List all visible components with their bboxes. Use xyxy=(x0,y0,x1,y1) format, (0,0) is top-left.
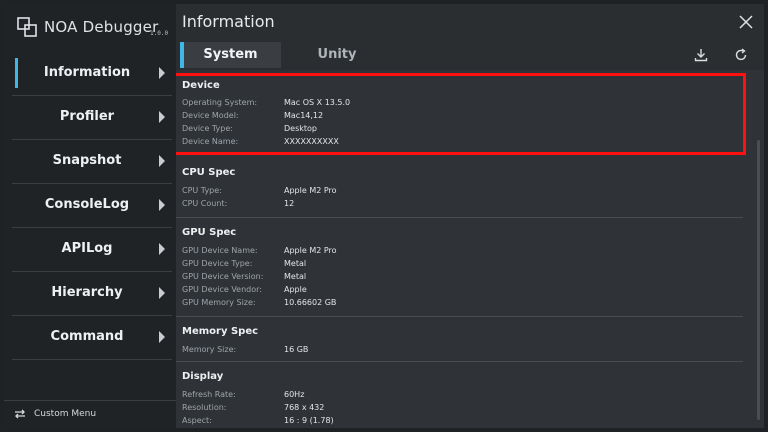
tab-label: Unity xyxy=(317,47,357,62)
sidebar-item-snapshot[interactable]: Snapshot xyxy=(12,140,172,184)
info-key: CPU Count: xyxy=(182,199,228,208)
info-value: 768 x 432 xyxy=(284,403,325,412)
info-key: Device Name: xyxy=(182,137,239,146)
info-key: GPU Device Version: xyxy=(182,272,264,281)
chevron-right-icon xyxy=(159,243,165,255)
custom-menu-label: Custom Menu xyxy=(34,409,97,419)
sidebar-item-consolelog[interactable]: ConsoleLog xyxy=(12,184,172,228)
section-title: Memory Spec xyxy=(182,326,259,337)
info-row: GPU Memory Size: 10.66602 GB xyxy=(182,298,742,311)
info-row: Memory Size: 16 GB xyxy=(182,345,742,358)
info-key: Refresh Rate: xyxy=(182,390,236,399)
main-panel: Information System Unity Device Operatin… xyxy=(176,4,764,428)
info-row: Operating System: Mac OS X 13.5.0 xyxy=(182,98,742,111)
logo-row: NOA Debugger 1.0.0 xyxy=(4,4,176,48)
divider xyxy=(176,217,743,218)
close-icon[interactable] xyxy=(738,14,754,30)
sidebar-item-label: Snapshot xyxy=(52,153,122,168)
info-row: CPU Count: 12 xyxy=(182,199,742,212)
chevron-right-icon xyxy=(159,111,165,123)
chevron-right-icon xyxy=(159,155,165,167)
tab-system[interactable]: System xyxy=(180,42,281,68)
download-icon[interactable] xyxy=(694,48,708,62)
info-value: Apple xyxy=(284,285,307,294)
sidebar-item-information[interactable]: Information xyxy=(12,52,172,96)
page-title: Information xyxy=(182,12,275,31)
info-value: Mac14,12 xyxy=(284,111,324,120)
sidebar-nav: Information Profiler Snapshot ConsoleLog… xyxy=(12,52,172,360)
info-value: 16 GB xyxy=(284,345,309,354)
custom-menu-button[interactable]: Custom Menu xyxy=(4,400,176,428)
info-value: Apple M2 Pro xyxy=(284,186,337,195)
info-row: Device Model: Mac14,12 xyxy=(182,111,742,124)
sidebar-item-hierarchy[interactable]: Hierarchy xyxy=(12,272,172,316)
info-key: GPU Device Name: xyxy=(182,246,258,255)
sidebar-item-label: Command xyxy=(50,329,124,344)
info-value: Desktop xyxy=(284,124,317,133)
app-name: NOA Debugger xyxy=(44,18,159,36)
info-key: GPU Memory Size: xyxy=(182,298,256,307)
app-version: 1.0.0 xyxy=(150,30,169,37)
chevron-right-icon xyxy=(159,287,165,299)
info-key: GPU Device Type: xyxy=(182,259,253,268)
sidebar-item-label: Hierarchy xyxy=(51,285,123,300)
info-row: Aspect: 16 : 9 (1.78) xyxy=(182,416,742,428)
info-key: Aspect: xyxy=(182,416,212,425)
sidebar-item-label: ConsoleLog xyxy=(44,197,130,212)
chevron-right-icon xyxy=(159,199,165,211)
info-key: Resolution: xyxy=(182,403,227,412)
info-row: Refresh Rate: 60Hz xyxy=(182,390,742,403)
info-value: XXXXXXXXXX xyxy=(284,137,339,146)
info-key: GPU Device Vendor: xyxy=(182,285,262,294)
sidebar-item-command[interactable]: Command xyxy=(12,316,172,360)
info-key: Device Model: xyxy=(182,111,239,120)
info-value: Apple M2 Pro xyxy=(284,246,337,255)
info-key: Device Type: xyxy=(182,124,233,133)
info-key: Memory Size: xyxy=(182,345,237,354)
section-title: GPU Spec xyxy=(182,227,237,238)
section-title: Display xyxy=(182,371,224,382)
info-row: GPU Device Vendor: Apple xyxy=(182,285,742,298)
chevron-right-icon xyxy=(159,331,165,343)
tab-unity[interactable]: Unity xyxy=(282,42,392,68)
sidebar-item-apilog[interactable]: APILog xyxy=(12,228,172,272)
info-row: GPU Device Version: Metal xyxy=(182,272,742,285)
info-value: 10.66602 GB xyxy=(284,298,337,307)
sidebar-item-profiler[interactable]: Profiler xyxy=(12,96,172,140)
info-row: Device Type: Desktop xyxy=(182,124,742,137)
chevron-right-icon xyxy=(159,67,165,79)
logo-icon xyxy=(17,17,37,37)
tabs-bar: System Unity xyxy=(176,40,764,70)
app-frame: NOA Debugger 1.0.0 Information Profiler … xyxy=(0,0,768,432)
sidebar: NOA Debugger 1.0.0 Information Profiler … xyxy=(4,4,176,428)
info-row: GPU Device Type: Metal xyxy=(182,259,742,272)
info-row: GPU Device Name: Apple M2 Pro xyxy=(182,246,742,259)
info-row: Resolution: 768 x 432 xyxy=(182,403,742,416)
info-row: CPU Type: Apple M2 Pro xyxy=(182,186,742,199)
divider xyxy=(176,361,743,362)
info-value: Metal xyxy=(284,259,307,268)
tab-active-indicator xyxy=(180,42,184,68)
info-value: Metal xyxy=(284,272,307,281)
info-value: 12 xyxy=(284,199,295,208)
scrollbar[interactable] xyxy=(757,140,760,420)
sidebar-item-label: Profiler xyxy=(59,109,115,124)
info-value: 16 : 9 (1.78) xyxy=(284,416,334,425)
info-value: Mac OS X 13.5.0 xyxy=(284,98,351,107)
sidebar-item-label: Information xyxy=(43,65,131,80)
title-bar: Information xyxy=(176,4,764,40)
info-row: Device Name: XXXXXXXXXX xyxy=(182,137,742,150)
sidebar-item-label: APILog xyxy=(61,241,113,256)
section-title: CPU Spec xyxy=(182,167,236,178)
refresh-icon[interactable] xyxy=(734,48,748,62)
info-value: 60Hz xyxy=(284,390,305,399)
info-key: CPU Type: xyxy=(182,186,222,195)
section-title: Device xyxy=(182,80,220,91)
info-content[interactable]: Device Operating System: Mac OS X 13.5.0 … xyxy=(176,70,764,428)
divider xyxy=(176,316,743,317)
swap-arrows-icon xyxy=(15,409,25,419)
tab-label: System xyxy=(203,47,258,62)
info-key: Operating System: xyxy=(182,98,258,107)
